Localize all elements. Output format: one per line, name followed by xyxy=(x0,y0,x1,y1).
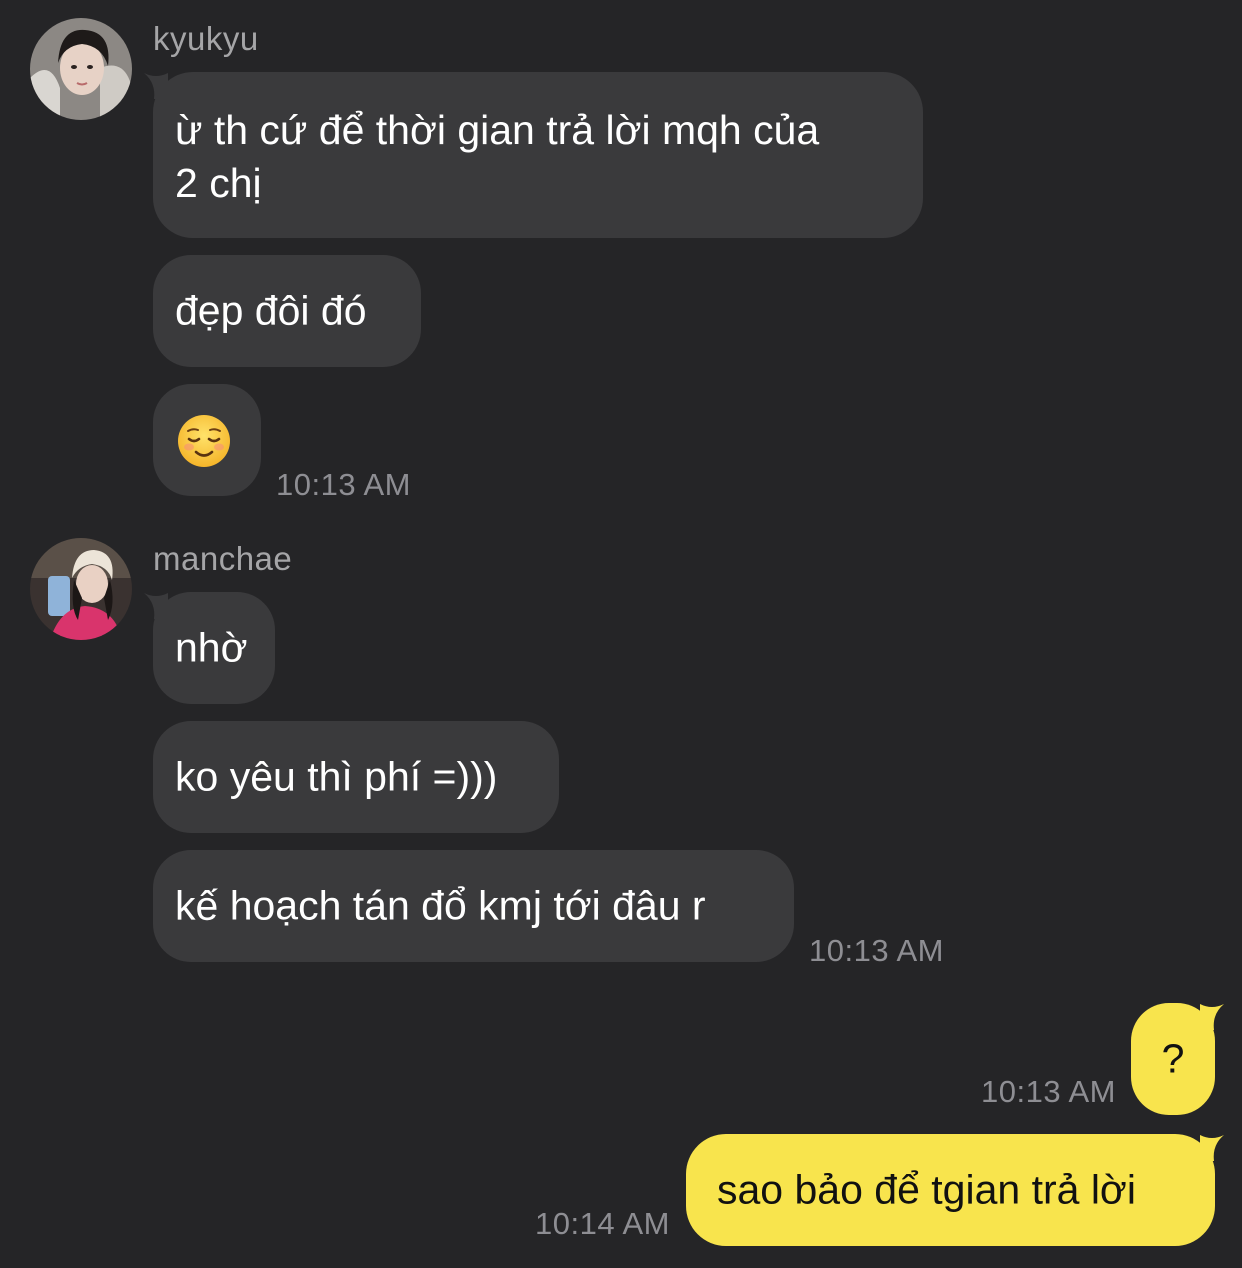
relieved-face-emoji-icon xyxy=(178,415,230,467)
message-timestamp: 10:14 AM xyxy=(535,1206,670,1241)
message-bubble[interactable] xyxy=(153,384,261,496)
message-timestamp: 10:13 AM xyxy=(276,467,411,502)
message-bubble[interactable]: ko yêu thì phí =))) xyxy=(153,721,559,833)
message-text: nhờ xyxy=(175,624,248,671)
profile-photo-icon xyxy=(30,18,132,120)
message-bubble[interactable]: ừ th cứ để thời gian trả lời mqh của 2 c… xyxy=(144,72,923,238)
message-text: ừ th cứ để thời gian trả lời mqh của 2 c… xyxy=(175,107,820,206)
bubble-tail-icon xyxy=(1200,1004,1224,1030)
message-timestamp: 10:13 AM xyxy=(809,933,944,968)
bubble-tail-icon xyxy=(1200,1135,1224,1161)
message-bubble[interactable]: đẹp đôi đó xyxy=(153,255,421,367)
message-text: sao bảo để tgian trả lời xyxy=(717,1166,1136,1213)
message-text: kế hoạch tán đổ kmj tới đâu r xyxy=(175,882,706,929)
message-timestamp: 10:13 AM xyxy=(981,1074,1116,1109)
sender-name: kyukyu xyxy=(153,20,259,57)
profile-photo-icon xyxy=(30,538,132,640)
message-text: ? xyxy=(1161,1035,1185,1082)
avatar-manchae[interactable] xyxy=(30,538,132,640)
message-bubble[interactable]: nhờ xyxy=(144,592,275,704)
message-text: đẹp đôi đó xyxy=(175,287,367,334)
avatar-kyukyu[interactable] xyxy=(30,18,132,120)
sender-name: manchae xyxy=(153,540,293,577)
outgoing-message-bubble[interactable]: sao bảo để tgian trả lời xyxy=(686,1134,1224,1246)
message-text: ko yêu thì phí =))) xyxy=(175,753,498,800)
bubble-tail-icon xyxy=(144,73,168,99)
bubble-tail-icon xyxy=(144,593,168,619)
message-bubble[interactable]: kế hoạch tán đổ kmj tới đâu r xyxy=(153,850,794,962)
outgoing-message-bubble[interactable]: ? xyxy=(1131,1003,1224,1115)
